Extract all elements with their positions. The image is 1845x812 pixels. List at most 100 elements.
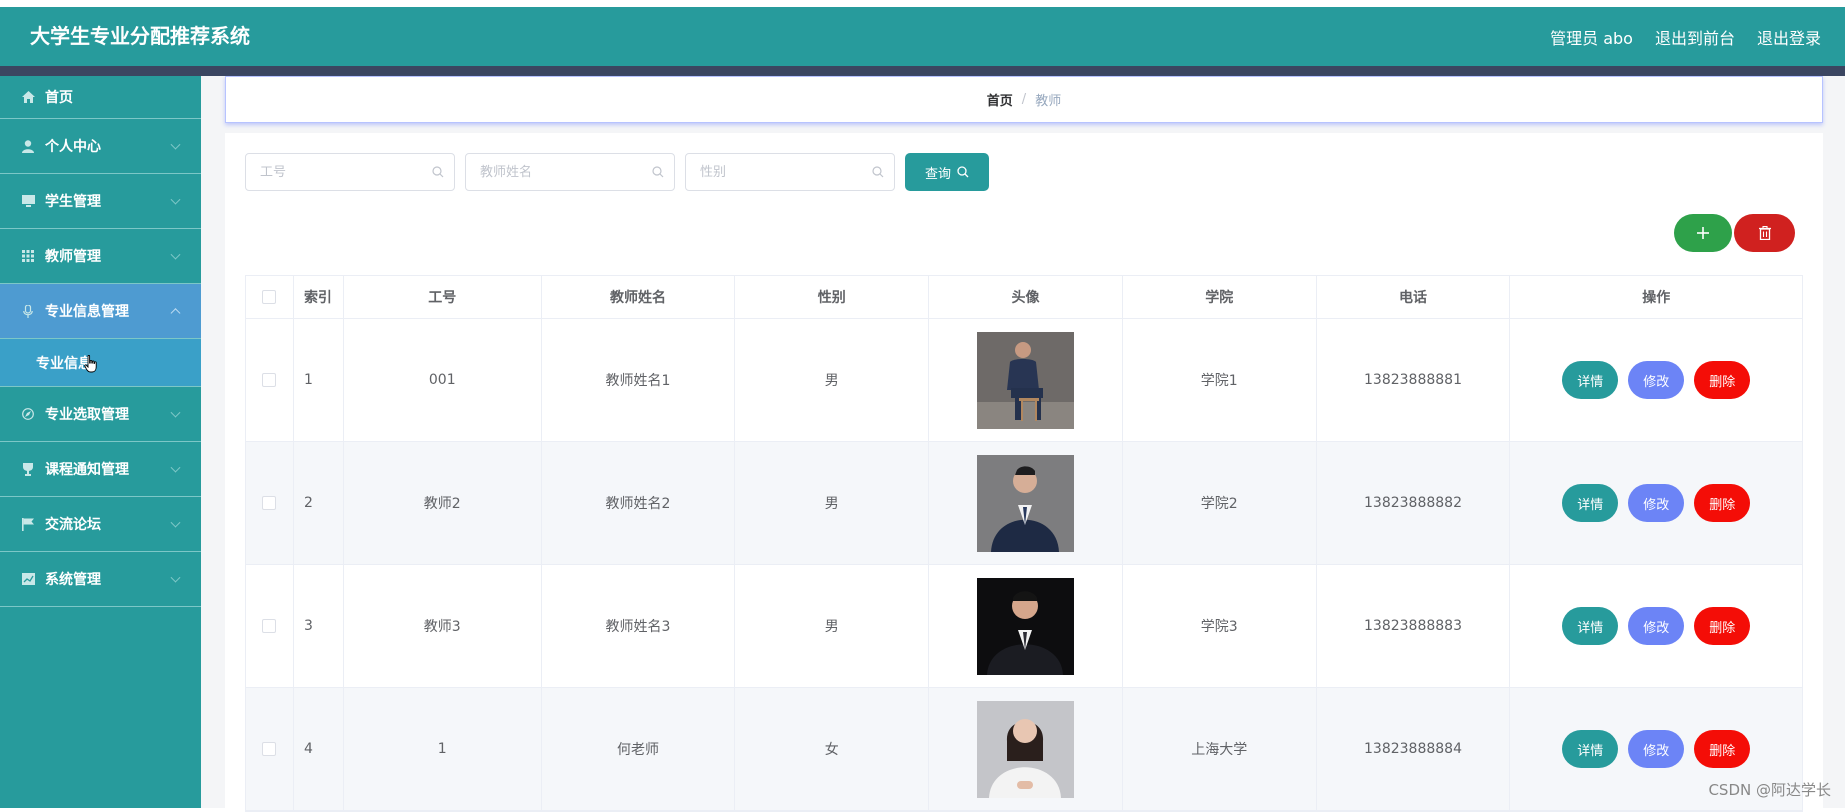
chevron-down-icon [171, 518, 181, 528]
row-select-cell [246, 565, 294, 687]
sidebar-item-teachers[interactable]: 教师管理 [0, 229, 201, 284]
cell-id: 教师2 [344, 442, 542, 564]
sidebar-item-course-notice[interactable]: 课程通知管理 [0, 442, 201, 497]
column-header-college: 学院 [1123, 276, 1317, 318]
detail-button[interactable]: 详情 [1562, 730, 1618, 768]
breadcrumb: 首页 / 教师 [225, 76, 1823, 123]
user-icon [21, 139, 35, 153]
search-field-sex [685, 153, 895, 191]
breadcrumb-home[interactable]: 首页 [987, 90, 1013, 109]
watermark: CSDN @阿达学长 [1708, 779, 1831, 800]
select-all-cell [246, 276, 294, 318]
cell-index: 2 [294, 442, 344, 564]
detail-button[interactable]: 详情 [1562, 484, 1618, 522]
breadcrumb-current: 教师 [1035, 90, 1061, 109]
teacher-table: 索引 工号 教师姓名 性别 头像 学院 电话 操作 1 001 教师姓名1 男 [245, 275, 1803, 812]
cell-index: 4 [294, 688, 344, 810]
column-header-avatar: 头像 [929, 276, 1123, 318]
cell-sex: 男 [735, 442, 929, 564]
search-input-id[interactable] [246, 154, 454, 190]
row-checkbox[interactable] [262, 373, 276, 387]
cell-avatar [929, 565, 1123, 687]
sidebar-item-major-info[interactable]: 专业信息管理 [0, 284, 201, 339]
sidebar-item-profile[interactable]: 个人中心 [0, 119, 201, 174]
teacher-avatar [977, 701, 1074, 798]
row-checkbox[interactable] [262, 496, 276, 510]
table-row: 1 001 教师姓名1 男 [246, 319, 1802, 442]
select-all-checkbox[interactable] [262, 290, 276, 304]
sidebar-item-label: 系统管理 [45, 569, 101, 589]
row-checkbox[interactable] [262, 619, 276, 633]
chevron-down-icon [171, 463, 181, 473]
sidebar: 首页 个人中心 学生管理 教师管理 专业信息管理 专业信息 [0, 76, 201, 808]
search-input-sex[interactable] [686, 154, 894, 190]
sidebar-item-label: 学生管理 [45, 191, 101, 211]
edit-button[interactable]: 修改 [1628, 730, 1684, 768]
edit-button[interactable]: 修改 [1628, 361, 1684, 399]
sidebar-item-label: 专业信息管理 [45, 301, 129, 321]
sidebar-item-label: 课程通知管理 [45, 459, 129, 479]
cell-sex: 男 [735, 319, 929, 441]
column-header-phone: 电话 [1317, 276, 1511, 318]
table-row: 4 1 何老师 女 上海大学 13823888884 详情 [246, 688, 1802, 811]
column-header-index: 索引 [294, 276, 344, 318]
edit-button[interactable]: 修改 [1628, 607, 1684, 645]
sidebar-item-label: 首页 [45, 87, 73, 107]
row-checkbox[interactable] [262, 742, 276, 756]
teacher-avatar [977, 578, 1074, 675]
content-panel: 查询 索引 工号 教师姓名 性别 头像 学院 电话 操作 [225, 133, 1823, 808]
cell-college: 上海大学 [1123, 688, 1317, 810]
search-icon [872, 166, 884, 178]
delete-button[interactable]: 删除 [1694, 361, 1750, 399]
search-bar: 查询 [245, 153, 989, 191]
cell-id: 教师3 [344, 565, 542, 687]
delete-button[interactable]: 删除 [1694, 730, 1750, 768]
detail-button[interactable]: 详情 [1562, 607, 1618, 645]
cell-phone: 13823888881 [1317, 319, 1511, 441]
cell-index: 3 [294, 565, 344, 687]
sidebar-item-home[interactable]: 首页 [0, 76, 201, 119]
cell-phone: 13823888883 [1317, 565, 1511, 687]
search-icon [957, 166, 969, 178]
column-header-actions: 操作 [1510, 276, 1802, 318]
sidebar-item-system[interactable]: 系统管理 [0, 552, 201, 607]
add-button[interactable] [1674, 214, 1732, 252]
teacher-avatar [977, 455, 1074, 552]
query-button[interactable]: 查询 [905, 153, 989, 191]
sidebar-item-major-selection[interactable]: 专业选取管理 [0, 387, 201, 442]
back-to-front-link[interactable]: 退出到前台 [1655, 25, 1735, 49]
cell-avatar [929, 319, 1123, 441]
cell-id: 1 [344, 688, 542, 810]
breadcrumb-separator: / [1022, 92, 1026, 107]
batch-delete-button[interactable] [1734, 214, 1795, 252]
sidebar-item-label: 个人中心 [45, 136, 101, 156]
cell-college: 学院3 [1123, 565, 1317, 687]
column-header-sex: 性别 [735, 276, 929, 318]
search-input-name[interactable] [466, 154, 674, 190]
home-icon [21, 90, 35, 104]
chart-icon [21, 572, 35, 586]
cell-name: 何老师 [542, 688, 736, 810]
query-button-label: 查询 [925, 163, 951, 182]
chevron-down-icon [171, 195, 181, 205]
logout-link[interactable]: 退出登录 [1757, 25, 1821, 49]
sidebar-subitem-major-info[interactable]: 专业信息 [0, 339, 201, 387]
delete-button[interactable]: 删除 [1694, 607, 1750, 645]
edit-button[interactable]: 修改 [1628, 484, 1684, 522]
grid-icon [21, 249, 35, 263]
cell-college: 学院2 [1123, 442, 1317, 564]
search-icon [432, 166, 444, 178]
sidebar-item-forum[interactable]: 交流论坛 [0, 497, 201, 552]
chevron-down-icon [171, 573, 181, 583]
sidebar-item-students[interactable]: 学生管理 [0, 174, 201, 229]
column-header-id: 工号 [344, 276, 542, 318]
detail-button[interactable]: 详情 [1562, 361, 1618, 399]
cell-actions: 详情 修改 删除 [1510, 442, 1802, 564]
chevron-down-icon [171, 408, 181, 418]
delete-button[interactable]: 删除 [1694, 484, 1750, 522]
sidebar-item-label: 教师管理 [45, 246, 101, 266]
teacher-avatar [977, 332, 1074, 429]
trophy-icon [21, 462, 35, 476]
cell-actions: 详情 修改 删除 [1510, 565, 1802, 687]
column-header-name: 教师姓名 [542, 276, 736, 318]
